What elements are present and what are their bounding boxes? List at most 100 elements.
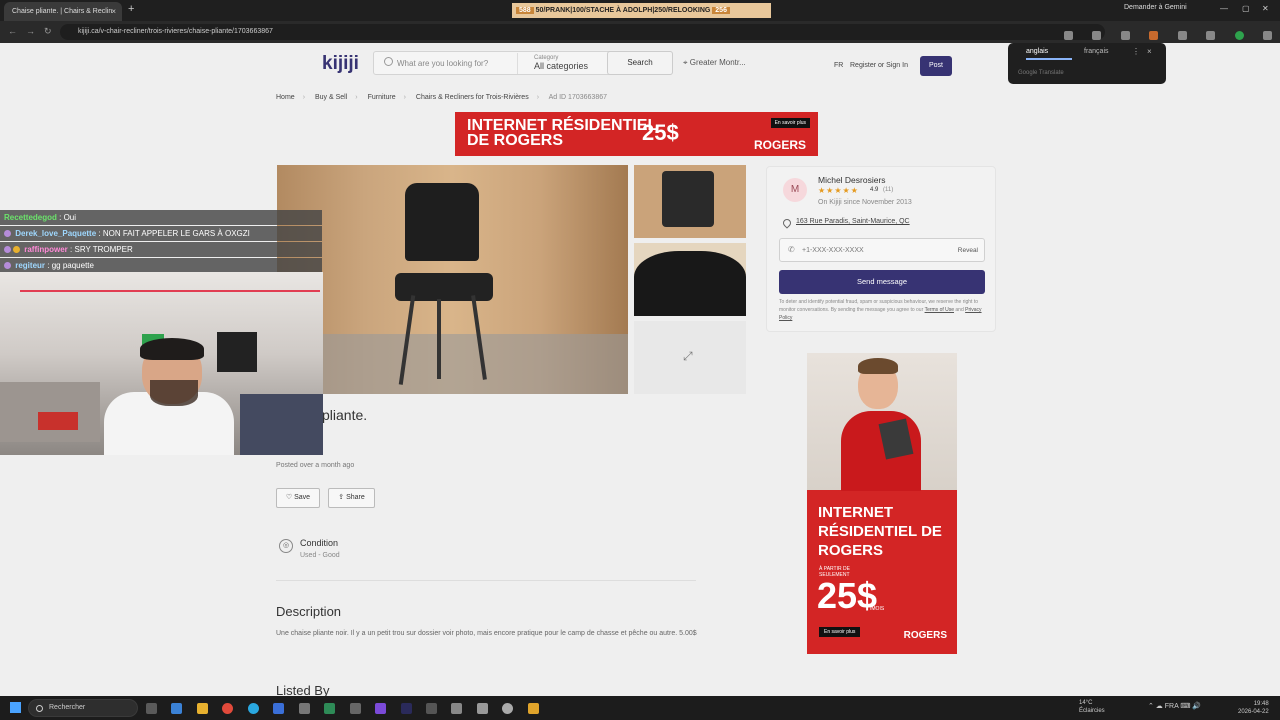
ad-photo (807, 353, 957, 491)
divider (276, 580, 696, 581)
app-icon[interactable] (349, 703, 361, 714)
kijiji-logo[interactable]: kijiji (322, 53, 359, 75)
translate-lang-fr[interactable]: français (1084, 48, 1109, 55)
cast-icon[interactable] (1092, 31, 1102, 40)
breadcrumb-chairs[interactable]: Chairs & Recliners for Trois-Rivières (416, 94, 529, 101)
input-language: FRA (1164, 703, 1179, 710)
translate-icon[interactable] (1063, 31, 1073, 40)
excel-icon[interactable] (324, 703, 336, 714)
search-button[interactable]: Search (607, 51, 673, 75)
side-banner-ad[interactable]: INTERNET RÉSIDENTIEL DE ROGERS À PARTIR … (807, 353, 957, 654)
back-icon[interactable]: ← (8, 26, 17, 36)
start-icon[interactable] (10, 702, 21, 713)
weather-widget[interactable]: 14°C Éclaircies (1079, 699, 1105, 715)
translate-close-icon[interactable]: × (1147, 47, 1152, 56)
task-view-icon[interactable] (146, 703, 157, 714)
extension-icon[interactable] (1149, 31, 1159, 40)
browser-tab-bar: Chaise pliante. | Chairs & Reclin × + 58… (0, 0, 1280, 21)
edge-icon[interactable] (247, 703, 259, 714)
app-icon[interactable] (527, 703, 539, 714)
reveal-button[interactable]: Reveal (958, 247, 978, 254)
taskbar-search[interactable]: Rechercher (28, 699, 138, 717)
side-ad-per: /MOIS (870, 606, 885, 612)
app-icon[interactable] (451, 703, 463, 714)
profile-avatar[interactable] (1234, 31, 1244, 40)
sidebar-icon[interactable] (1206, 31, 1216, 40)
windows-taskbar: Rechercher 14°C Éclaircies ⌃ ☁ FRA ⌨ 🔊 1… (0, 696, 1280, 720)
breadcrumb-home[interactable]: Home (276, 94, 295, 101)
signin-link[interactable]: Register or Sign In (850, 62, 908, 69)
translate-menu-icon[interactable]: ⋮ (1132, 47, 1140, 56)
menu-icon[interactable] (1263, 31, 1272, 40)
banner-price: 25$ (642, 120, 679, 145)
system-tray[interactable]: ⌃ ☁ FRA ⌨ 🔊 (1148, 702, 1201, 710)
clock-date: 2026-04-22 (1238, 709, 1269, 715)
language-toggle[interactable]: FR (834, 62, 843, 69)
forward-icon[interactable]: → (26, 26, 35, 36)
seller-address-link[interactable]: 163 Rue Paradis, Saint-Maurice, QC (796, 218, 910, 225)
terms-link[interactable]: Terms of Use (925, 307, 954, 313)
browser-tab[interactable]: Chaise pliante. | Chairs & Reclin × (4, 2, 122, 21)
steam-icon[interactable] (400, 703, 412, 714)
post-button[interactable]: Post (920, 56, 952, 76)
search-icon (36, 705, 43, 712)
maximize-icon[interactable]: ▢ (1242, 4, 1250, 13)
seller-avatar[interactable]: M (783, 178, 807, 202)
side-ad-more-button[interactable]: En savoir plus (819, 627, 861, 637)
share-button[interactable]: ⇪ Share (328, 488, 375, 508)
app-icon[interactable] (502, 703, 514, 714)
category-value: All categories (534, 61, 589, 71)
main-listing-image[interactable] (277, 165, 628, 394)
webcam-feed (0, 272, 323, 455)
app-icon[interactable] (273, 703, 285, 714)
location-selector[interactable]: ⌖ Greater Montr... (683, 58, 746, 68)
thumbnail-expand[interactable]: ⤢ (634, 321, 746, 394)
translate-lang-en[interactable]: anglais (1026, 48, 1072, 60)
gemini-button[interactable]: Demander à Gemini (1124, 4, 1187, 11)
translate-popup: anglais français ⋮ × Google Translate (1008, 43, 1166, 84)
breadcrumb: Home › Buy & Sell › Furniture › Chairs & Re… (276, 94, 607, 101)
phone-icon: ✆ (788, 245, 795, 254)
chrome-icon[interactable] (222, 703, 234, 714)
app-icon[interactable] (425, 703, 437, 714)
rating-stars-icon: ★★★★★ (818, 186, 859, 195)
seller-rating: 4.9 (870, 187, 879, 193)
reload-icon[interactable]: ↻ (44, 26, 52, 37)
badge-icon (13, 246, 20, 253)
webcam-person-hair (140, 338, 204, 360)
clock[interactable]: 19:48 2026-04-22 (1238, 700, 1269, 716)
save-label: Save (294, 494, 311, 501)
chair-seat-shape (395, 273, 493, 301)
breadcrumb-buy-sell[interactable]: Buy & Sell (315, 94, 347, 101)
seller-card: M Michel Desrosiers ★★★★★ 4.9 (11) On Ki… (766, 166, 996, 332)
send-message-button[interactable]: Send message (779, 270, 985, 294)
thumbnail-1[interactable] (634, 165, 746, 238)
posted-date: Posted over a month ago (276, 462, 355, 469)
settings-icon[interactable] (298, 703, 310, 714)
legal-notice: To deter and identify potential fraud, s… (779, 299, 982, 321)
save-button[interactable]: ♡ Save (276, 488, 320, 508)
app-icon[interactable] (476, 703, 488, 714)
new-tab-button[interactable]: + (128, 3, 134, 15)
top-banner-ad[interactable]: INTERNET RÉSIDENTIEL DE ROGERS 25$ En sav… (455, 112, 818, 156)
ad-person-hair (858, 358, 898, 374)
app-icon[interactable] (171, 703, 183, 714)
close-window-icon[interactable]: ✕ (1262, 4, 1269, 13)
category-select[interactable]: Category All categories (517, 53, 609, 74)
weather-desc: Éclaircies (1079, 708, 1105, 714)
thumbnail-2[interactable] (634, 243, 746, 316)
chat-text: : SRY TROMPER (70, 245, 133, 254)
banner-more-button[interactable]: En savoir plus (770, 118, 810, 128)
url-field[interactable]: kijiji.ca/v-chair-recliner/trois-riviere… (60, 24, 1105, 40)
puzzle-icon[interactable] (1177, 31, 1187, 40)
file-explorer-icon[interactable] (196, 703, 208, 714)
tab-close-icon[interactable]: × (111, 2, 116, 21)
star-icon[interactable] (1120, 31, 1130, 40)
translate-provider: Google Translate (1018, 70, 1064, 76)
minimize-icon[interactable]: — (1220, 4, 1228, 13)
goal-text: 50/PRANK|100/STACHE À ADOLPH|250/RELOOKI… (535, 7, 711, 14)
app-icon[interactable] (375, 703, 387, 714)
breadcrumb-furniture[interactable]: Furniture (368, 94, 396, 101)
search-input[interactable]: What are you looking for? (397, 59, 488, 68)
seller-name[interactable]: Michel Desrosiers (818, 175, 886, 185)
